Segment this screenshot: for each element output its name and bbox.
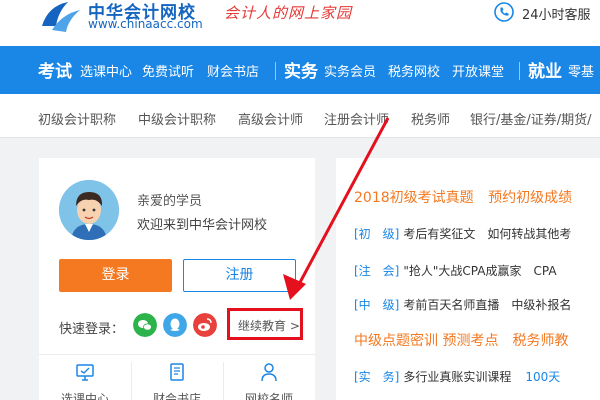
tool-separator (131, 362, 132, 400)
news-row[interactable]: [注 会] "抢人"大战CPA成赢家 CPA (354, 262, 557, 279)
subnav-tax-agent[interactable]: 税务师 (411, 109, 450, 128)
news-panel: 2018初级考试真题 预约初级成绩 [初 级] 考后有奖征文 如何转战其他考 [注… (336, 158, 600, 400)
subnav-finance[interactable]: 银行/基金/证券/期货/ (470, 109, 592, 128)
book-icon (170, 363, 184, 381)
news-text[interactable]: 多行业真账实训课程 (403, 370, 511, 384)
logo-url: www.chinaacc.com (88, 17, 203, 31)
tool-label: 财会书店 (152, 392, 201, 400)
login-button[interactable]: 登录 (59, 259, 172, 292)
news-text[interactable]: 考后有奖征文 如何转战其他考 (403, 227, 571, 241)
qq-icon[interactable] (163, 313, 187, 337)
tool-bookstore[interactable]: 财会书店 (137, 362, 217, 400)
monitor-icon (76, 364, 94, 381)
continue-education-highlight[interactable]: 继续教育 > (227, 308, 303, 340)
news-row[interactable]: [中 级] 考前百天名师直播 中级补报名 (354, 296, 571, 313)
avatar (59, 180, 119, 240)
tool-separator (223, 362, 224, 400)
welcome-text: 欢迎来到中华会计网校 (137, 218, 268, 233)
nav-separator (519, 62, 520, 80)
news-tag: [实 务] (354, 370, 400, 384)
logo-icon[interactable] (38, 0, 82, 34)
nav-free-trial[interactable]: 免费试听 (142, 61, 194, 80)
tool-teachers[interactable]: 网校名师 (229, 362, 309, 400)
avatar-icon (59, 180, 119, 240)
nav-open-class[interactable]: 开放课堂 (452, 61, 504, 80)
nav-exam-title[interactable]: 考试 (38, 57, 72, 82)
tool-course-center[interactable]: 选课中心 (45, 362, 125, 400)
nav-separator (275, 62, 276, 80)
subnav-junior[interactable]: 初级会计职称 (38, 109, 116, 128)
quick-login-label: 快速登录： (59, 322, 125, 337)
subnav-intermediate[interactable]: 中级会计职称 (138, 109, 216, 128)
news-tag: [中 级] (354, 298, 400, 312)
nav-job-title[interactable]: 就业 (528, 57, 562, 82)
user-panel: 亲爱的学员 欢迎来到中华会计网校 登录 注册 快速登录： 继续教育 > 选课中心 (39, 158, 315, 400)
weibo-icon[interactable] (193, 313, 217, 337)
nav-job-item[interactable]: 零基 (568, 61, 594, 80)
main-nav: 考试 选课中心 免费试听 财会书店 实务 实务会员 税务网校 开放课堂 就业 零… (0, 46, 600, 94)
news-link[interactable]: 2018初级考试真题 (354, 190, 474, 206)
news-tag: [初 级] (354, 227, 400, 241)
sub-nav: 初级会计职称 中级会计职称 高级会计师 注册会计师 税务师 银行/基金/证券/期… (0, 94, 600, 138)
nav-tax-school[interactable]: 税务网校 (388, 61, 440, 80)
divider (39, 354, 315, 355)
nav-course-center[interactable]: 选课中心 (80, 61, 132, 80)
news-headline: 2018初级考试真题 预约初级成绩 (354, 187, 572, 207)
news-link[interactable]: 预约初级成绩 (488, 190, 572, 206)
phone-icon (494, 2, 514, 22)
tool-label: 选课中心 (60, 392, 109, 400)
subnav-cpa[interactable]: 注册会计师 (324, 109, 389, 128)
news-row[interactable]: [初 级] 考后有奖征文 如何转战其他考 (354, 225, 571, 242)
news-tag: [注 会] (354, 264, 400, 278)
greeting-text: 亲爱的学员 (137, 194, 203, 209)
site-header: 中华会计网校 www.chinaacc.com 会计人的网上家园 24小时客服 (0, 0, 600, 46)
nav-practice-member[interactable]: 实务会员 (324, 61, 376, 80)
subnav-senior[interactable]: 高级会计师 (238, 109, 303, 128)
news-text[interactable]: "抢人"大战CPA成赢家 CPA (403, 264, 556, 278)
continue-education-link[interactable]: 继续教育 > (238, 317, 300, 334)
news-text[interactable]: 考前百天名师直播 中级补报名 (403, 298, 571, 312)
customer-service-link[interactable]: 24小时客服 (522, 4, 591, 23)
slogan: 会计人的网上家园 (224, 4, 353, 22)
wechat-icon[interactable] (133, 313, 157, 337)
news-text[interactable]: 100天 (525, 370, 560, 384)
news-headline[interactable]: 中级点题密训 预测考点 税务师教 (354, 330, 568, 350)
nav-bookstore[interactable]: 财会书店 (207, 61, 259, 80)
tool-label: 网校名师 (244, 392, 293, 400)
register-button[interactable]: 注册 (183, 259, 296, 292)
nav-practice-title[interactable]: 实务 (284, 57, 318, 82)
news-row[interactable]: [实 务] 多行业真账实训课程 100天 (354, 368, 560, 385)
person-icon (261, 363, 277, 382)
